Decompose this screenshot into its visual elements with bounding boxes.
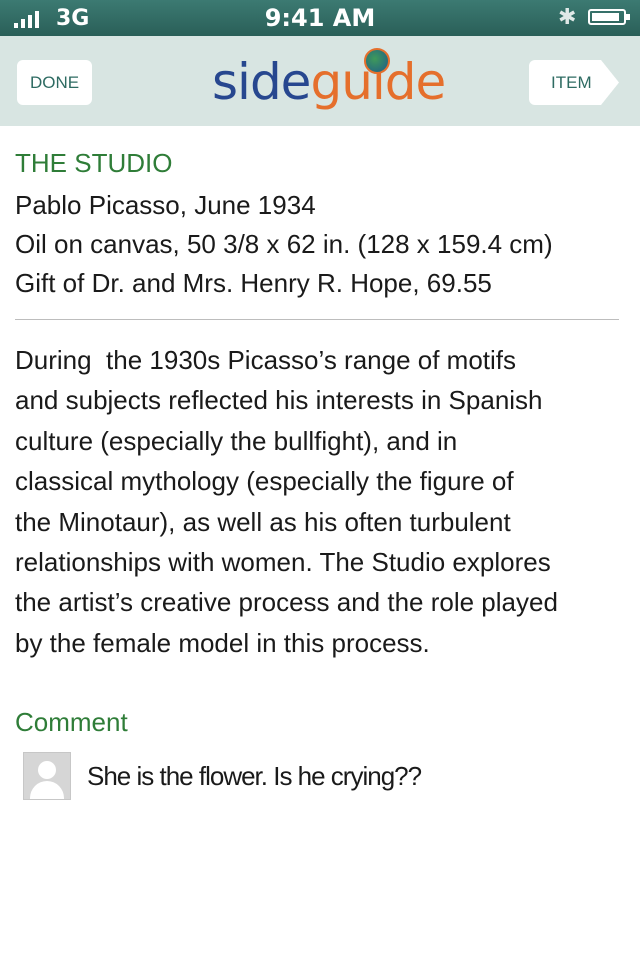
status-time: 9:41 AM (264, 4, 376, 32)
comment-heading: Comment (15, 707, 128, 738)
artist-date: Pablo Picasso, June 1934 (15, 190, 316, 220)
avatar-placeholder-icon (23, 752, 71, 801)
artwork-metadata: Pablo Picasso, June 1934 Oil on canvas, … (15, 186, 620, 303)
done-button[interactable]: DONE (17, 60, 92, 105)
battery-icon (588, 9, 630, 25)
artwork-title: THE STUDIO (15, 148, 173, 178)
credit-line: Gift of Dr. and Mrs. Henry R. Hope, 69.5… (15, 268, 492, 298)
artwork-description: During the 1930s Picasso’s range of moti… (15, 345, 558, 658)
status-bar: 3G 9:41 AM ✱ (0, 0, 640, 36)
sideguide-logo: sideguide (212, 44, 446, 120)
comment-text: She is the flower. Is he crying?? (87, 760, 422, 791)
comment-item[interactable]: She is the flower. Is he crying?? (15, 751, 620, 801)
logo-globe-pin-icon (364, 48, 390, 74)
bluetooth-icon: ✱ (558, 5, 577, 30)
item-button[interactable]: ITEM (529, 60, 619, 105)
artwork-detail: THE STUDIO Pablo Picasso, June 1934 Oil … (15, 126, 620, 801)
navigation-bar: DONE sideguide ITEM (0, 36, 640, 126)
medium-dimensions: Oil on canvas, 50 3/8 x 62 in. (128 x 15… (15, 229, 553, 259)
divider (15, 319, 619, 320)
